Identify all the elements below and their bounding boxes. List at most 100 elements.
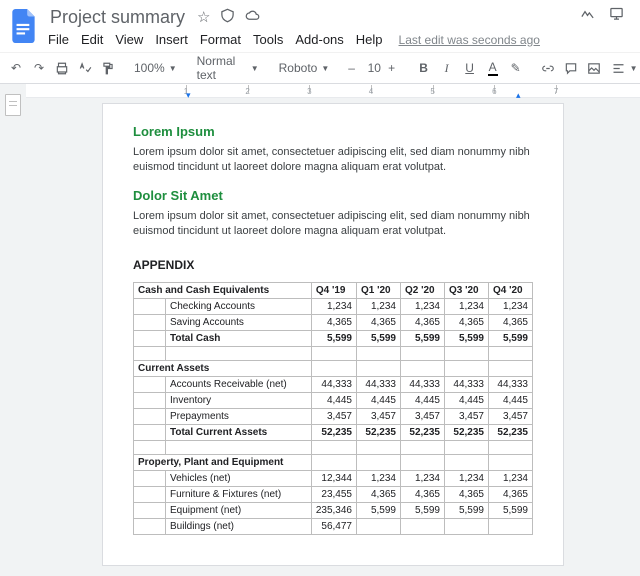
italic-button[interactable]: I — [437, 57, 457, 79]
row-value: 4,365 — [489, 486, 533, 502]
comment-button[interactable] — [561, 57, 581, 79]
row-label: Total Cash — [166, 330, 312, 346]
row-value: 4,365 — [401, 314, 445, 330]
print-button[interactable] — [52, 57, 72, 79]
col-header — [489, 360, 533, 376]
row-value: 1,234 — [311, 298, 356, 314]
col-header — [445, 360, 489, 376]
toolbar: ↶ ↷ 100%▼ Normal text▼ Roboto▼ – 10 + B … — [0, 52, 640, 84]
row-value: 44,333 — [445, 376, 489, 392]
row-value: 4,365 — [357, 314, 401, 330]
table-row: Total Current Assets52,23552,23552,23552… — [134, 424, 533, 440]
star-icon[interactable]: ☆ — [197, 8, 210, 27]
row-value: 1,234 — [445, 298, 489, 314]
font-size-input[interactable]: 10 — [365, 60, 379, 76]
paint-format-button[interactable] — [98, 57, 118, 79]
menu-help[interactable]: Help — [356, 32, 383, 47]
menu-edit[interactable]: Edit — [81, 32, 103, 47]
page-1[interactable]: Lorem Ipsum Lorem ipsum dolor sit amet, … — [103, 104, 563, 565]
row-label: Total Current Assets — [166, 424, 312, 440]
zoom-select[interactable]: 100%▼ — [130, 57, 181, 79]
row-value: 4,445 — [445, 392, 489, 408]
row-label: Furniture & Fixtures (net) — [166, 486, 312, 502]
table-row: Checking Accounts1,2341,2341,2341,2341,2… — [134, 298, 533, 314]
table-row: Saving Accounts4,3654,3654,3654,3654,365 — [134, 314, 533, 330]
ruler[interactable]: 1234567 ▾ ▴ — [26, 84, 640, 98]
row-value: 1,234 — [357, 298, 401, 314]
present-icon[interactable] — [609, 6, 624, 24]
font-size-minus[interactable]: – — [342, 57, 362, 79]
table-section-header: Cash and Cash EquivalentsQ4 '19Q1 '20Q2 … — [134, 282, 533, 298]
menu-view[interactable]: View — [115, 32, 143, 47]
row-value: 44,333 — [401, 376, 445, 392]
appendix-table[interactable]: Cash and Cash EquivalentsQ4 '19Q1 '20Q2 … — [133, 282, 533, 535]
col-header: Q4 '20 — [489, 282, 533, 298]
last-edit[interactable]: Last edit was seconds ago — [399, 33, 540, 47]
font-size-plus[interactable]: + — [382, 57, 402, 79]
row-value: 5,599 — [401, 502, 445, 518]
spellcheck-button[interactable] — [75, 57, 95, 79]
row-value: 1,234 — [489, 298, 533, 314]
move-icon[interactable] — [220, 8, 235, 27]
col-header — [489, 454, 533, 470]
table-row: Equipment (net)235,3465,5995,5995,5995,5… — [134, 502, 533, 518]
row-value: 1,234 — [489, 470, 533, 486]
row-value: 235,346 — [311, 502, 356, 518]
row-label: Buildings (net) — [166, 518, 312, 534]
text-color-button[interactable]: A — [483, 57, 503, 79]
image-button[interactable] — [584, 57, 604, 79]
row-value: 3,457 — [311, 408, 356, 424]
redo-button[interactable]: ↷ — [29, 57, 49, 79]
row-value: 4,445 — [401, 392, 445, 408]
row-value: 1,234 — [401, 298, 445, 314]
paragraph-2: Lorem ipsum dolor sit amet, consectetuer… — [133, 209, 533, 240]
col-header: Q2 '20 — [401, 282, 445, 298]
align-select[interactable]: ▼ — [607, 57, 640, 79]
row-label: Checking Accounts — [166, 298, 312, 314]
row-value: 52,235 — [401, 424, 445, 440]
font-select[interactable]: Roboto▼ — [275, 57, 330, 79]
docs-logo[interactable] — [8, 6, 40, 46]
row-value: 5,599 — [489, 330, 533, 346]
ruler-tick: 5 — [430, 87, 434, 96]
menu-format[interactable]: Format — [200, 32, 241, 47]
menubar: File Edit View Insert Format Tools Add-o… — [48, 29, 572, 52]
row-value: 5,599 — [445, 330, 489, 346]
row-value — [357, 518, 401, 534]
menu-addons[interactable]: Add-ons — [295, 32, 343, 47]
col-header — [311, 454, 356, 470]
activity-icon[interactable] — [580, 6, 595, 24]
menu-insert[interactable]: Insert — [155, 32, 188, 47]
row-value: 44,333 — [311, 376, 356, 392]
menu-tools[interactable]: Tools — [253, 32, 283, 47]
row-value: 4,365 — [445, 314, 489, 330]
doc-title[interactable]: Project summary — [48, 6, 187, 29]
row-value: 1,234 — [401, 470, 445, 486]
table-row: Total Cash5,5995,5995,5995,5995,599 — [134, 330, 533, 346]
undo-button[interactable]: ↶ — [6, 57, 26, 79]
row-value: 3,457 — [357, 408, 401, 424]
menu-file[interactable]: File — [48, 32, 69, 47]
table-row: Buildings (net)56,477 — [134, 518, 533, 534]
row-value: 5,599 — [357, 502, 401, 518]
row-value: 44,333 — [489, 376, 533, 392]
appendix-heading: APPENDIX — [133, 258, 533, 272]
cloud-icon[interactable] — [245, 8, 260, 27]
table-row: Accounts Receivable (net)44,33344,33344,… — [134, 376, 533, 392]
col-header: Q4 '19 — [311, 282, 356, 298]
col-header: Q1 '20 — [357, 282, 401, 298]
bold-button[interactable]: B — [414, 57, 434, 79]
underline-button[interactable]: U — [460, 57, 480, 79]
row-value: 4,365 — [489, 314, 533, 330]
outline-toggle[interactable] — [5, 94, 21, 116]
style-select[interactable]: Normal text▼ — [193, 57, 263, 79]
col-header: Q3 '20 — [445, 282, 489, 298]
row-value: 4,365 — [445, 486, 489, 502]
link-button[interactable] — [538, 57, 558, 79]
editor-canvas[interactable]: 1234567 ▾ ▴ Lorem Ipsum Lorem ipsum dolo… — [26, 84, 640, 576]
row-value: 4,365 — [311, 314, 356, 330]
highlight-button[interactable]: ✎ — [506, 57, 526, 79]
row-value: 12,344 — [311, 470, 356, 486]
row-value: 3,457 — [445, 408, 489, 424]
row-value: 5,599 — [489, 502, 533, 518]
